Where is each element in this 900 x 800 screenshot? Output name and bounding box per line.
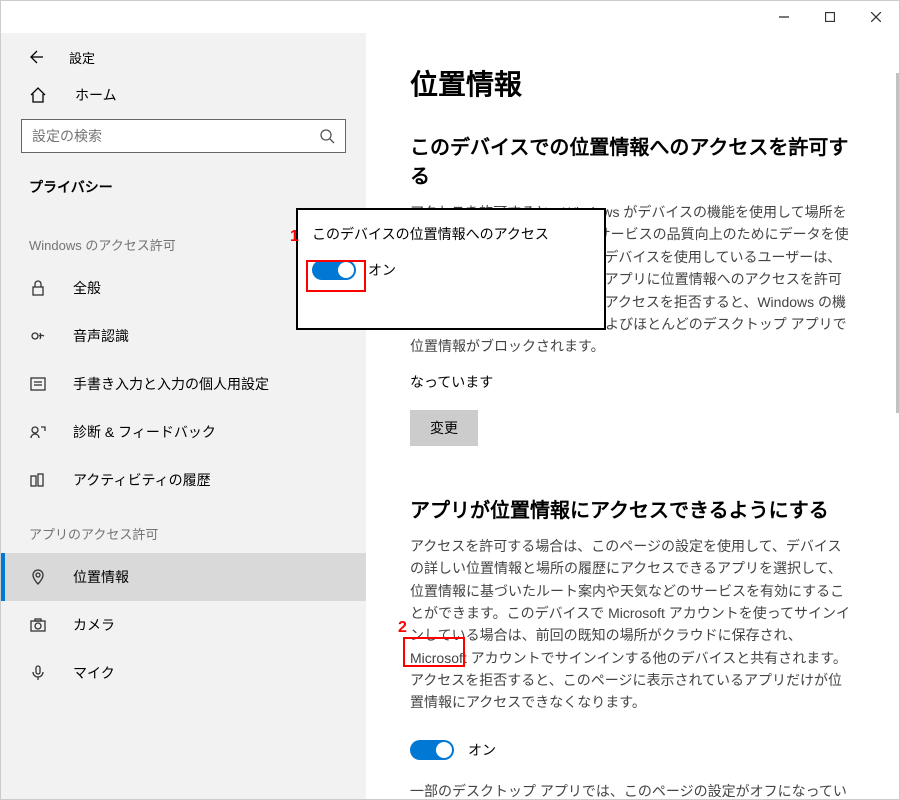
home-icon <box>29 86 47 104</box>
sidebar-item-label: カメラ <box>73 615 115 635</box>
feedback-icon <box>29 423 47 441</box>
microphone-icon <box>29 664 47 682</box>
content-pane: 位置情報 このデバイスでの位置情報へのアクセスを許可する アクセスを許可すると、… <box>366 33 899 799</box>
inking-icon <box>29 375 47 393</box>
annotation-1: 1 <box>290 228 299 246</box>
sidebar: 設定 ホーム プライバシー <box>1 33 366 799</box>
device-location-toggle-label: オン <box>368 260 396 280</box>
sidebar-item-label: 位置情報 <box>73 567 129 587</box>
sidebar-item-label: 手書き入力と入力の個人用設定 <box>73 374 269 394</box>
sidebar-item-label: 全般 <box>73 278 101 298</box>
minimize-button[interactable] <box>761 1 807 33</box>
section2-note: 一部のデスクトップ アプリでは、このページの設定がオフになっている場合でも、ユー… <box>410 780 855 799</box>
maximize-button[interactable] <box>807 1 853 33</box>
location-icon <box>29 568 47 586</box>
page-title: 位置情報 <box>410 63 855 103</box>
sidebar-item-label: 音声認識 <box>73 326 129 346</box>
home-link[interactable]: ホーム <box>1 81 366 119</box>
annotation-box-1 <box>306 260 366 292</box>
speech-icon <box>29 327 47 345</box>
apps-location-toggle[interactable] <box>410 740 454 760</box>
section-header-apps: アプリのアクセス許可 <box>1 504 366 553</box>
note-text: 一部のデスクトップ アプリでは、このページの設定がオフになっている場合でも、ユー… <box>410 783 847 799</box>
sidebar-item-location[interactable]: 位置情報 <box>1 553 366 601</box>
change-button[interactable]: 変更 <box>410 410 478 446</box>
annotation-box-2 <box>403 637 465 667</box>
annotation-2: 2 <box>398 619 407 637</box>
sidebar-item-camera[interactable]: カメラ <box>1 601 366 649</box>
close-button[interactable] <box>853 1 899 33</box>
section2-body: アクセスを許可する場合は、このページの設定を使用して、デバイスの詳しい位置情報と… <box>410 535 855 714</box>
sidebar-item-microphone[interactable]: マイク <box>1 649 366 697</box>
search-box[interactable] <box>21 119 346 153</box>
sidebar-item-feedback[interactable]: 診断 & フィードバック <box>1 408 366 456</box>
search-icon <box>319 128 335 144</box>
home-label: ホーム <box>75 85 117 105</box>
scrollbar[interactable] <box>896 73 899 413</box>
titlebar <box>1 1 899 33</box>
window-title: 設定 <box>69 48 95 67</box>
popup-title: このデバイスの位置情報へのアクセス <box>312 224 590 244</box>
sidebar-item-label: マイク <box>73 663 115 683</box>
search-input[interactable] <box>32 128 319 144</box>
section1-status: なっています <box>410 372 855 392</box>
section1-heading: このデバイスでの位置情報へのアクセスを許可する <box>410 131 855 189</box>
back-button[interactable] <box>25 47 45 67</box>
section2-heading: アプリが位置情報にアクセスできるようにする <box>410 494 855 523</box>
camera-icon <box>29 616 47 634</box>
apps-location-toggle-label: オン <box>468 740 496 760</box>
sidebar-item-activity[interactable]: アクティビティの履歴 <box>1 456 366 504</box>
settings-window: 設定 ホーム プライバシー <box>0 0 900 800</box>
sidebar-item-label: 診断 & フィードバック <box>73 422 216 442</box>
sidebar-item-inking[interactable]: 手書き入力と入力の個人用設定 <box>1 360 366 408</box>
activity-icon <box>29 471 47 489</box>
sidebar-item-label: アクティビティの履歴 <box>73 470 211 490</box>
lock-icon <box>29 279 47 297</box>
